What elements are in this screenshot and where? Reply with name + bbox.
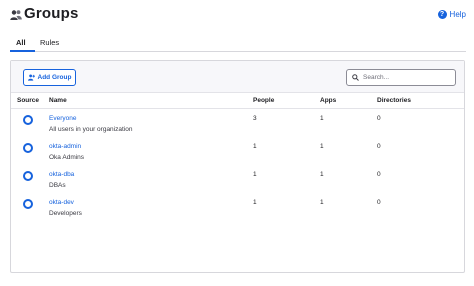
table-row: okta-admin Oka Admins 1 1 0	[11, 139, 464, 167]
group-description: DBAs	[49, 182, 66, 189]
okta-icon	[23, 115, 33, 125]
page-title: Groups	[24, 5, 79, 22]
column-header-name[interactable]: Name	[49, 97, 67, 104]
add-group-label: Add Group	[37, 74, 72, 81]
apps-count: 1	[320, 143, 324, 150]
table-header: Source Name People Apps Directories	[11, 93, 464, 109]
group-name-link[interactable]: okta-dev	[49, 199, 74, 206]
groups-icon	[10, 10, 22, 20]
help-label: Help	[449, 10, 466, 19]
help-link[interactable]: ? Help	[437, 10, 466, 19]
okta-icon	[23, 143, 33, 153]
toolbar: Add Group	[11, 61, 464, 93]
group-description: Developers	[49, 210, 82, 217]
help-icon: ?	[437, 10, 447, 19]
directories-count: 0	[377, 143, 381, 150]
group-name-link[interactable]: okta-admin	[49, 143, 81, 150]
apps-count: 1	[320, 171, 324, 178]
apps-count: 1	[320, 115, 324, 122]
directories-count: 0	[377, 115, 381, 122]
page-header: Groups ? Help	[10, 4, 466, 24]
groups-panel: Add Group Source Name People Apps Direct…	[10, 60, 465, 273]
tab-rules[interactable]: Rules	[40, 38, 59, 47]
people-count: 1	[253, 199, 257, 206]
directories-count: 0	[377, 199, 381, 206]
okta-icon	[23, 199, 33, 209]
column-header-source[interactable]: Source	[17, 97, 39, 104]
people-count: 3	[253, 115, 257, 122]
people-count: 1	[253, 143, 257, 150]
directories-count: 0	[377, 171, 381, 178]
column-header-directories[interactable]: Directories	[377, 97, 411, 104]
people-count: 1	[253, 171, 257, 178]
search-icon	[352, 74, 359, 81]
group-name-link[interactable]: okta-dba	[49, 171, 74, 178]
search-box[interactable]	[346, 69, 456, 86]
column-header-apps[interactable]: Apps	[320, 97, 336, 104]
column-header-people[interactable]: People	[253, 97, 274, 104]
group-description: All users in your organization	[49, 126, 133, 133]
table-row: okta-dba DBAs 1 1 0	[11, 167, 464, 195]
group-description: Oka Admins	[49, 154, 85, 161]
add-person-icon	[27, 74, 35, 81]
tab-bar: All Rules	[10, 34, 466, 52]
group-name-link[interactable]: Everyone	[49, 115, 76, 122]
active-tab-indicator	[10, 50, 35, 52]
search-input[interactable]	[363, 74, 453, 81]
table-row: Everyone All users in your organization …	[11, 111, 464, 139]
apps-count: 1	[320, 199, 324, 206]
add-group-button[interactable]: Add Group	[23, 69, 76, 86]
table-row: okta-dev Developers 1 1 0	[11, 195, 464, 223]
tab-all[interactable]: All	[16, 38, 26, 47]
okta-icon	[23, 171, 33, 181]
